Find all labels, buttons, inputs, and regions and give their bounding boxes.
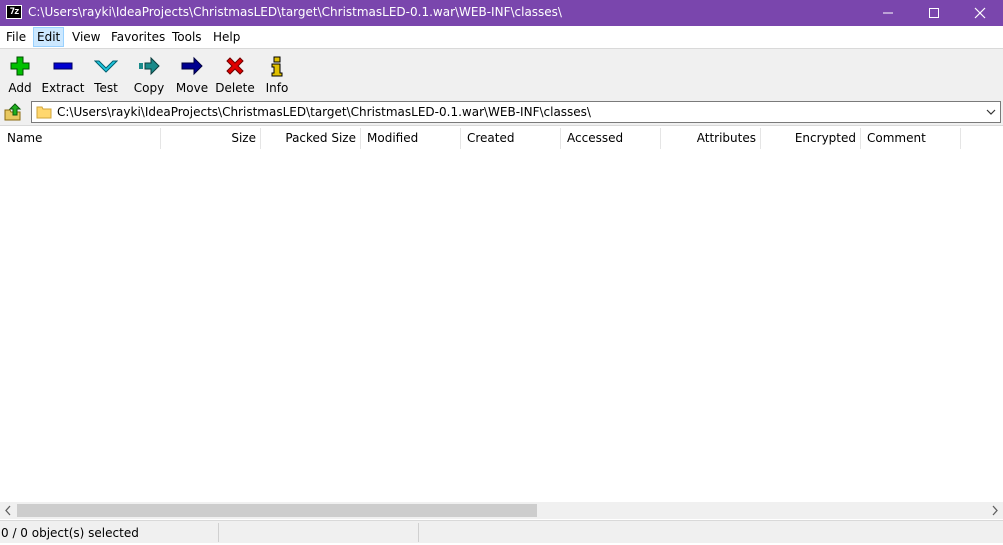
column-modified[interactable]: Modified bbox=[367, 126, 418, 150]
column-created[interactable]: Created bbox=[467, 126, 515, 150]
column-divider[interactable] bbox=[860, 128, 861, 149]
address-bar: C:\Users\rayki\IdeaProjects\ChristmasLED… bbox=[0, 99, 1003, 125]
menu-edit[interactable]: Edit bbox=[33, 27, 65, 47]
move-label: Move bbox=[175, 81, 209, 95]
scroll-right-button[interactable] bbox=[986, 502, 1003, 519]
menu-help[interactable]: Help bbox=[210, 28, 243, 46]
column-attributes[interactable]: Attributes bbox=[660, 126, 756, 150]
title-bar: 7z C:\Users\rayki\IdeaProjects\Christmas… bbox=[0, 0, 1003, 26]
status-divider bbox=[418, 523, 419, 542]
menu-view[interactable]: View bbox=[69, 28, 103, 46]
scroll-left-icon bbox=[5, 505, 11, 516]
copy-arrow-icon bbox=[139, 56, 160, 76]
add-button[interactable]: Add bbox=[0, 52, 42, 96]
column-divider[interactable] bbox=[960, 128, 961, 149]
close-button[interactable] bbox=[957, 0, 1003, 26]
column-divider[interactable] bbox=[560, 128, 561, 149]
close-icon bbox=[974, 7, 986, 19]
folder-icon bbox=[36, 106, 52, 119]
copy-label: Copy bbox=[133, 81, 165, 95]
maximize-button[interactable] bbox=[911, 0, 957, 26]
status-bar: 0 / 0 object(s) selected bbox=[0, 520, 1003, 543]
window-title: C:\Users\rayki\IdeaProjects\ChristmasLED… bbox=[28, 5, 562, 19]
move-button[interactable]: Move bbox=[170, 52, 214, 96]
info-button[interactable]: Info bbox=[255, 52, 299, 96]
menu-tools[interactable]: Tools bbox=[169, 28, 205, 46]
toolbar: Add Extract Test Copy Move Delete Info bbox=[0, 49, 1003, 99]
minimize-icon bbox=[883, 12, 893, 14]
app-7zip-icon[interactable]: 7z bbox=[6, 5, 22, 19]
test-button[interactable]: Test bbox=[84, 52, 128, 96]
minimize-button[interactable] bbox=[865, 0, 911, 26]
path-combobox[interactable]: C:\Users\rayki\IdeaProjects\ChristmasLED… bbox=[31, 101, 1001, 123]
check-chevron-icon bbox=[94, 60, 118, 73]
column-divider[interactable] bbox=[360, 128, 361, 149]
move-arrow-icon bbox=[181, 56, 203, 76]
column-header-row: Name Size Packed Size Modified Created A… bbox=[0, 125, 1003, 150]
scroll-right-icon bbox=[992, 505, 998, 516]
extract-label: Extract bbox=[41, 81, 85, 95]
scroll-left-button[interactable] bbox=[0, 502, 17, 519]
copy-button[interactable]: Copy bbox=[127, 52, 171, 96]
file-list[interactable] bbox=[0, 150, 1003, 502]
add-label: Add bbox=[8, 81, 32, 95]
column-name[interactable]: Name bbox=[7, 126, 42, 150]
menu-bar: File Edit View Favorites Tools Help bbox=[0, 26, 1003, 48]
minus-icon bbox=[53, 62, 73, 70]
maximize-icon bbox=[929, 8, 939, 18]
column-comment[interactable]: Comment bbox=[867, 126, 926, 150]
delete-button[interactable]: Delete bbox=[213, 52, 257, 96]
info-label: Info bbox=[265, 81, 289, 95]
plus-icon bbox=[10, 56, 30, 76]
x-icon bbox=[226, 57, 244, 75]
test-label: Test bbox=[94, 81, 118, 95]
menu-favorites[interactable]: Favorites bbox=[108, 28, 168, 46]
column-accessed[interactable]: Accessed bbox=[567, 126, 623, 150]
menu-file[interactable]: File bbox=[3, 28, 29, 46]
column-divider[interactable] bbox=[460, 128, 461, 149]
status-selection: 0 / 0 object(s) selected bbox=[1, 526, 139, 540]
folder-up-icon bbox=[4, 103, 22, 121]
horizontal-scrollbar[interactable] bbox=[0, 502, 1003, 519]
chevron-down-icon[interactable] bbox=[986, 107, 996, 117]
info-icon bbox=[271, 56, 283, 77]
scroll-thumb[interactable] bbox=[17, 504, 537, 517]
column-size[interactable]: Size bbox=[160, 126, 256, 150]
folder-up-button[interactable] bbox=[3, 102, 23, 122]
extract-button[interactable]: Extract bbox=[41, 52, 85, 96]
status-divider bbox=[218, 523, 219, 542]
column-packed-size[interactable]: Packed Size bbox=[260, 126, 356, 150]
delete-label: Delete bbox=[215, 81, 255, 95]
column-encrypted[interactable]: Encrypted bbox=[760, 126, 856, 150]
path-text[interactable]: C:\Users\rayki\IdeaProjects\ChristmasLED… bbox=[57, 105, 591, 119]
